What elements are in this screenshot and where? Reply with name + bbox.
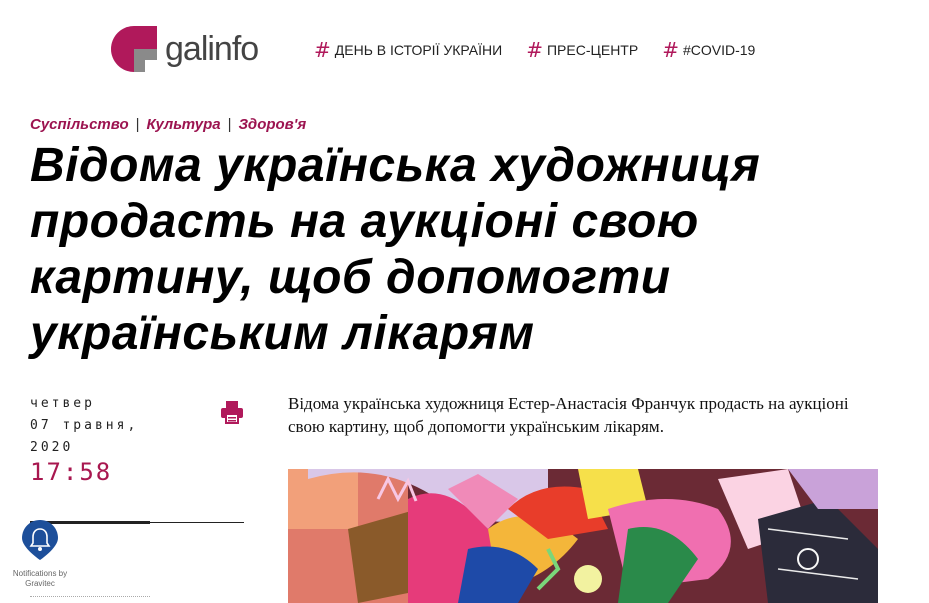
logo-icon: [111, 26, 157, 72]
article-image[interactable]: [288, 469, 878, 603]
bell-icon: [22, 520, 58, 560]
hash-icon: #: [662, 38, 679, 62]
publish-date: четвер 07 травня, 2020: [30, 393, 138, 459]
weekday: четвер: [30, 396, 95, 411]
hash-icon: #: [314, 38, 331, 62]
category-health[interactable]: Здоров'я: [238, 116, 306, 133]
article-title: Відома українська художниця продасть на …: [30, 139, 761, 360]
year: 2020: [30, 440, 74, 455]
category-culture[interactable]: Культура: [147, 116, 221, 133]
hash-icon: #: [526, 38, 543, 62]
nav-covid[interactable]: # #COVID-19: [662, 40, 755, 60]
nav-day-in-history[interactable]: # ДЕНЬ В ІСТОРІЇ УКРАЇНИ: [314, 40, 502, 60]
separator: |: [135, 116, 140, 133]
day-month: 07 травня,: [30, 418, 139, 433]
article-lead: Відома українська художниця Естер-Анаста…: [288, 394, 849, 436]
print-icon[interactable]: [219, 399, 245, 425]
site-logo[interactable]: galinfo: [111, 26, 259, 72]
logo-text: galinfo: [165, 30, 259, 68]
nav-press-center[interactable]: # ПРЕС-ЦЕНТР: [526, 40, 638, 60]
nav-label: ПРЕС-ЦЕНТР: [546, 42, 639, 58]
category-society[interactable]: Суспільство: [30, 116, 129, 133]
separator: |: [227, 116, 232, 133]
top-nav: # ДЕНЬ В ІСТОРІЇ УКРАЇНИ # ПРЕС-ЦЕНТР # …: [314, 40, 755, 60]
breadcrumb: Суспільство | Культура | Здоров'я: [30, 116, 306, 133]
nav-label: #COVID-19: [682, 42, 756, 58]
dotted-divider: [30, 596, 150, 597]
nav-label: ДЕНЬ В ІСТОРІЇ УКРАЇНИ: [334, 42, 503, 58]
publish-time: 17:58: [30, 458, 113, 486]
notifications-widget[interactable]: Notifications by Gravitec: [8, 520, 72, 589]
notifications-label: Notifications by Gravitec: [12, 569, 68, 588]
